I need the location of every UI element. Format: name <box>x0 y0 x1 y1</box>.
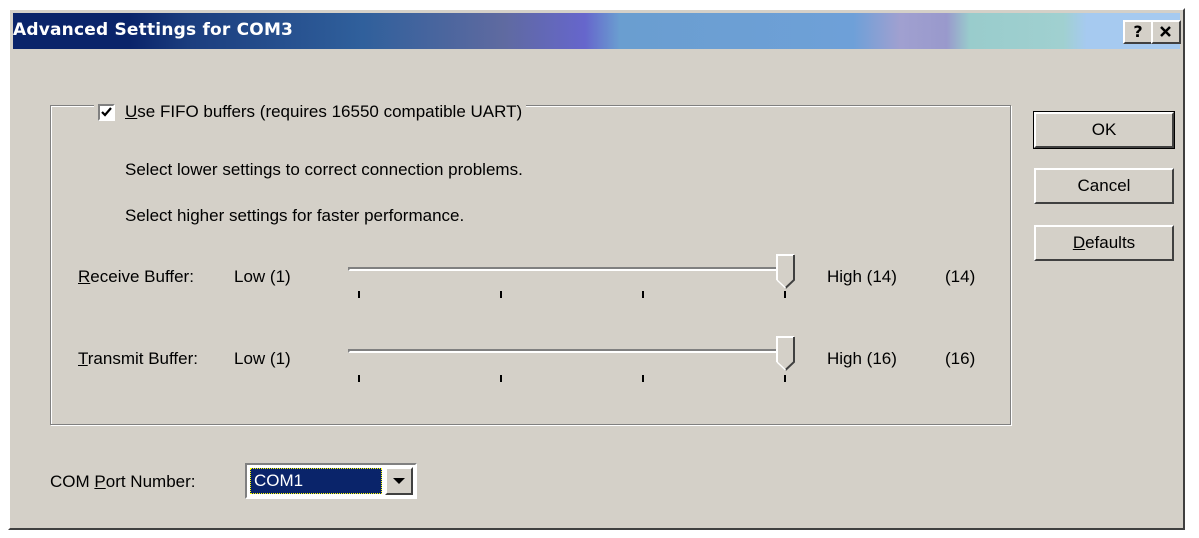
window-title: Advanced Settings for COM3 <box>13 20 294 40</box>
checkmark-icon <box>101 106 112 117</box>
cancel-button[interactable]: Cancel <box>1034 168 1174 204</box>
close-icon <box>1160 26 1171 37</box>
com-port-dropdown-button[interactable] <box>385 467 413 495</box>
receive-buffer-label: Receive Buffer: <box>78 267 194 286</box>
receive-tick <box>358 291 360 298</box>
transmit-high-label: High (16) <box>827 349 897 368</box>
transmit-buffer-slider-track[interactable] <box>348 349 794 353</box>
receive-buffer-slider-thumb[interactable] <box>776 254 796 290</box>
help-button[interactable]: ? <box>1123 20 1153 44</box>
transmit-tick <box>500 375 502 382</box>
transmit-low-label: Low (1) <box>234 349 291 368</box>
receive-tick <box>500 291 502 298</box>
close-button[interactable] <box>1151 20 1181 44</box>
transmit-tick <box>358 375 360 382</box>
defaults-button[interactable]: Defaults <box>1034 225 1174 261</box>
transmit-buffer-slider-thumb[interactable] <box>776 336 796 372</box>
fifo-group-box <box>50 105 1011 425</box>
advanced-settings-dialog: Advanced Settings for COM3 ? Use FIFO bu… <box>8 8 1185 530</box>
hint-lower-text: Select lower settings to correct connect… <box>125 160 523 179</box>
com-port-label: COM Port Number: <box>50 472 196 491</box>
chevron-down-icon <box>393 478 405 484</box>
use-fifo-label[interactable]: Use FIFO buffers (requires 16550 compati… <box>125 102 522 122</box>
transmit-tick <box>784 375 786 382</box>
transmit-current-value: (16) <box>945 349 976 368</box>
hint-higher-text: Select higher settings for faster perfor… <box>125 206 465 225</box>
transmit-tick <box>642 375 644 382</box>
receive-buffer-slider-track[interactable] <box>348 267 794 271</box>
title-bar[interactable]: Advanced Settings for COM3 ? <box>13 13 1181 49</box>
receive-tick <box>642 291 644 298</box>
receive-low-label: Low (1) <box>234 267 291 286</box>
transmit-buffer-label: Transmit Buffer: <box>78 349 198 368</box>
receive-tick <box>784 291 786 298</box>
receive-high-label: High (14) <box>827 267 897 286</box>
fifo-group-legend: Use FIFO buffers (requires 16550 compati… <box>94 99 527 125</box>
com-port-selected-value: COM1 <box>250 468 382 494</box>
use-fifo-checkbox[interactable] <box>98 103 115 121</box>
receive-current-value: (14) <box>945 267 976 286</box>
com-port-select[interactable]: COM1 <box>245 463 417 499</box>
ok-button[interactable]: OK <box>1033 111 1175 149</box>
